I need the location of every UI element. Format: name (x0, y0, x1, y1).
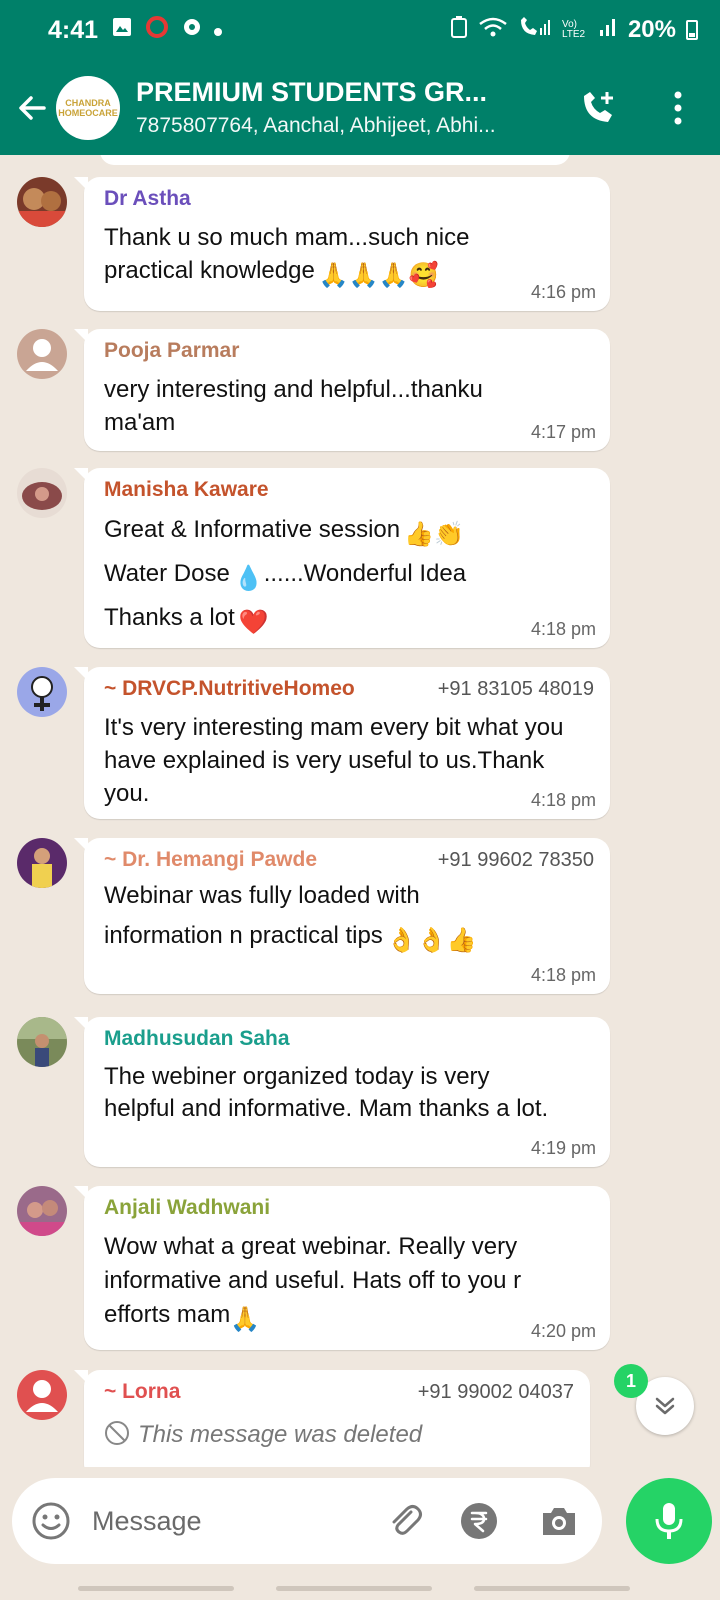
group-avatar-logo-text: CHANDRA HOMEOCARE (58, 97, 118, 118)
signal-icon (598, 17, 618, 43)
sender-name[interactable]: Dr Astha (104, 187, 191, 211)
deleted-icon (104, 1420, 130, 1455)
message-bubble[interactable]: Anjali Wadhwani Wow what a great webinar… (74, 1186, 610, 1350)
message-bubble[interactable]: ~ DRVCP.NutritiveHomeo +91 83105 48019 It… (74, 667, 610, 819)
message-bubble[interactable]: ~ Dr. Hemangi Pawde +91 99602 78350 Webin… (74, 838, 610, 994)
battery-saver-icon (450, 16, 468, 44)
emoji-button[interactable] (30, 1500, 72, 1542)
nav-recents[interactable] (78, 1586, 234, 1591)
avatar[interactable] (17, 468, 67, 518)
message-time: 4:16 pm (530, 282, 596, 302)
paperclip-icon (392, 1505, 422, 1535)
sender-name[interactable]: ~ Dr. Hemangi Pawde (104, 848, 317, 872)
sender-name[interactable]: Manisha Kaware (104, 478, 269, 502)
chat-messages[interactable]: Dr Astha Thank u so much mam...such nice… (0, 155, 720, 1467)
status-time: 4:41 (48, 15, 99, 44)
message-time: 4:20 pm (530, 1321, 596, 1341)
more-notifications-dot (214, 19, 223, 42)
wifi-call-icon (518, 16, 552, 44)
message-text: The webiner organized today is very help… (104, 1063, 549, 1122)
message-bubble[interactable]: Pooja Parmar very interesting and helpfu… (74, 329, 610, 451)
sender-phone[interactable]: +91 99602 78350 (438, 849, 594, 872)
message-bubble[interactable]: Madhusudan Saha The webiner organized to… (74, 1017, 610, 1167)
message-composer (12, 1478, 602, 1564)
message-text: Great & Informative session 👍👏 Water Dose… (104, 516, 467, 636)
camera-button[interactable] (536, 1498, 582, 1544)
message-time: 4:19 pm (530, 1138, 596, 1158)
battery-icon (686, 20, 698, 40)
smiley-icon (32, 1502, 70, 1540)
add-call-button[interactable] (572, 82, 624, 134)
emoji-thumbs-clap: 👍👏 (404, 521, 464, 548)
network-label: Vo) LTE2 (561, 19, 586, 40)
sender-name[interactable]: Pooja Parmar (104, 339, 239, 363)
avatar[interactable] (17, 177, 67, 227)
message-input[interactable] (92, 1505, 372, 1537)
pray-emoji: 🙏 (230, 1306, 261, 1333)
voice-message-button[interactable] (626, 1478, 712, 1564)
emoji-pray-heart: 🙏🙏🙏🥰 (318, 262, 439, 289)
group-title: PREMIUM STUDENTS GR... (136, 77, 488, 107)
nav-home[interactable] (276, 1586, 432, 1591)
app-notification-icon (144, 16, 170, 44)
avatar[interactable] (17, 1370, 67, 1420)
avatar[interactable] (17, 838, 67, 888)
message-text: Webinar was fully loaded with informatio… (104, 882, 477, 954)
heart-emoji: ❤️ (238, 609, 269, 636)
back-arrow-icon (19, 95, 46, 120)
message-time: 4:18 pm (530, 965, 596, 985)
group-avatar[interactable]: CHANDRA HOMEOCARE (56, 75, 120, 140)
system-navigation-bar (0, 1574, 720, 1600)
attach-button[interactable] (382, 1498, 428, 1544)
message-text: Wow what a great webinar. Really very in… (104, 1233, 522, 1333)
message-time: 4:18 pm (530, 790, 596, 810)
message-text: Thank u so much mam...such nice practica… (104, 224, 470, 289)
sender-name[interactable]: ~ DRVCP.NutritiveHomeo (104, 677, 355, 701)
message-time: 4:18 pm (530, 619, 596, 639)
sender-name[interactable]: Madhusudan Saha (104, 1027, 290, 1051)
unread-count-badge: 1 (614, 1364, 648, 1398)
payment-button[interactable] (456, 1498, 502, 1544)
previous-message-fragment (100, 155, 570, 165)
droplet-emoji: 💧 (233, 565, 264, 592)
gallery-notification-icon (112, 17, 132, 43)
battery-level: 20% (627, 16, 676, 43)
microphone-icon (655, 1503, 683, 1539)
avatar[interactable] (17, 667, 67, 717)
chat-header: CHANDRA HOMEOCARE PREMIUM STUDENTS GR...… (0, 60, 720, 155)
group-members: 7875807764, Aanchal, Abhijeet, Abhi... (136, 114, 496, 137)
avatar[interactable] (17, 1017, 67, 1067)
camera-icon (543, 1508, 575, 1535)
sender-phone[interactable]: +91 83105 48019 (438, 678, 594, 701)
sender-phone[interactable]: +91 99002 04037 (418, 1381, 574, 1404)
group-info[interactable]: PREMIUM STUDENTS GR... 7875807764, Aanch… (136, 77, 566, 138)
more-vert-icon (674, 91, 682, 125)
deleted-message: This message was deleted (104, 1418, 574, 1455)
avatar[interactable] (17, 1186, 67, 1236)
message-text: very interesting and helpful...thanku ma… (104, 376, 483, 436)
chrome-notification-icon (182, 17, 202, 43)
message-text: It's very interesting mam every bit what… (104, 714, 564, 807)
emoji-ok-thumbs: 👌👌👍 (386, 927, 477, 954)
message-bubble[interactable]: Manisha Kaware Great & Informative sessi… (74, 468, 610, 648)
rupee-icon (461, 1503, 497, 1539)
back-button[interactable] (8, 84, 56, 132)
message-time: 4:17 pm (530, 422, 596, 442)
sender-name[interactable]: Anjali Wadhwani (104, 1196, 270, 1220)
status-bar: 4:41 Vo) LTE2 20% (0, 0, 720, 60)
message-bubble[interactable]: ~ Lorna +91 99002 04037 This message was … (74, 1370, 590, 1467)
double-chevron-down-icon (655, 1397, 675, 1415)
nav-back[interactable] (474, 1586, 630, 1591)
more-options-button[interactable] (652, 82, 704, 134)
avatar[interactable] (17, 329, 67, 379)
sender-name[interactable]: ~ Lorna (104, 1380, 180, 1404)
message-bubble[interactable]: Dr Astha Thank u so much mam...such nice… (74, 177, 610, 311)
wifi-icon (478, 16, 508, 44)
phone-plus-icon (584, 92, 613, 122)
